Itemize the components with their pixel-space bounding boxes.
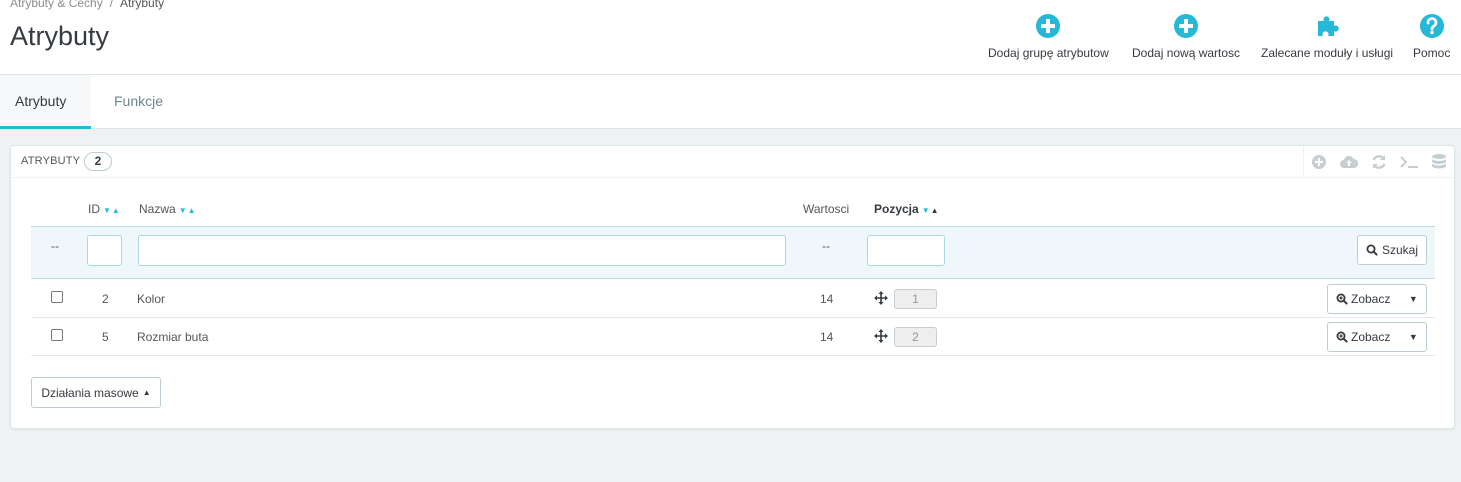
panel-heading: Atrybuty 2 [11,146,1454,178]
cloud-upload-icon[interactable] [1334,146,1364,178]
plus-circle-icon [1036,14,1061,38]
filter-dash: -- [51,239,59,253]
zoom-in-icon [1336,331,1348,343]
column-name-label: Nazwa [139,202,176,216]
database-icon[interactable] [1424,146,1454,178]
caret-up-icon: ▲ [142,388,151,397]
filter-row: -- -- Szukaj [31,226,1435,279]
add-value-button[interactable]: Dodaj nową wartosc [1132,12,1240,60]
caret-down-icon[interactable]: ▼ [1401,332,1426,342]
panel-title: Atrybuty [21,155,81,167]
add-attribute-group-button[interactable]: Dodaj grupę atrybutow [988,12,1109,60]
drag-handle-icon[interactable] [874,291,888,305]
tab-features[interactable]: Funkcje [99,75,178,129]
column-position: Pozycja ▼▲ [874,202,940,216]
tab-attributes[interactable]: Atrybuty [0,75,91,129]
row-position: 1 [894,289,937,309]
view-button[interactable]: Zobacz ▼ [1327,322,1427,352]
row-values: 14 [820,330,834,344]
row-checkbox[interactable] [51,291,63,303]
count-badge: 2 [84,152,112,171]
plus-circle-icon [1174,14,1199,38]
bulk-actions-label: Działania masowe [41,385,139,400]
help-button[interactable]: Pomoc [1413,12,1450,60]
recommended-modules-button[interactable]: Zalecane moduły i usługi [1261,12,1393,60]
page-header: Atrybuty & Cechy / Atrybuty Atrybuty Dodaj… [0,0,1461,75]
recommended-modules-label: Zalecane moduły i usługi [1261,46,1394,60]
puzzle-icon [1318,16,1339,36]
view-button-label: Zobacz [1351,292,1391,306]
sort-arrows-icon[interactable]: ▼▲ [179,206,197,215]
drag-handle-icon[interactable] [874,329,888,343]
add-attribute-group-label: Dodaj grupę atrybutow [988,46,1109,60]
row-name[interactable]: Kolor [137,292,165,306]
attributes-panel: Atrybuty 2 ID ▼▲ Nazwa ▼▲ Wartosci [10,145,1455,429]
search-icon [1366,244,1378,256]
filter-id-input[interactable] [87,235,122,266]
view-button-main[interactable]: Zobacz [1328,330,1401,344]
search-button-label: Szukaj [1381,243,1419,257]
add-icon[interactable] [1304,146,1334,178]
page-title: Atrybuty [10,21,110,51]
row-values: 14 [820,292,834,306]
zoom-in-icon [1336,293,1348,305]
column-position-label: Pozycja [874,202,919,216]
breadcrumb-current: Atrybuty [120,0,165,10]
filter-values-dash: -- [822,239,830,253]
filter-name-input[interactable] [138,235,786,266]
view-button-label: Zobacz [1351,330,1391,344]
breadcrumb-separator: / [109,0,114,10]
row-id: 2 [102,292,109,306]
view-button[interactable]: Zobacz ▼ [1327,284,1427,314]
filter-position-input[interactable] [867,235,945,266]
panel-tools [1303,146,1454,178]
breadcrumb: Atrybuty & Cechy / Atrybuty [10,0,164,10]
row-position: 2 [894,327,937,347]
column-id: ID ▼▲ [88,202,121,216]
refresh-icon[interactable] [1364,146,1394,178]
column-values: Wartosci [803,202,849,216]
sort-arrows-icon[interactable]: ▼▲ [103,206,121,215]
add-value-label: Dodaj nową wartosc [1132,46,1241,60]
question-circle-icon [1419,14,1444,38]
search-button[interactable]: Szukaj [1357,235,1427,265]
table-row: 5 Rozmiar buta 14 2 Zobacz ▼ [31,318,1435,356]
breadcrumb-parent[interactable]: Atrybuty & Cechy [10,0,103,10]
caret-down-icon[interactable]: ▼ [1401,294,1426,304]
bulk-actions-button[interactable]: Działania masowe ▲ [31,377,161,408]
column-values-label: Wartosci [803,202,850,216]
view-button-main[interactable]: Zobacz [1328,292,1401,306]
help-label: Pomoc [1413,46,1451,60]
column-name: Nazwa ▼▲ [139,202,197,216]
row-name[interactable]: Rozmiar buta [137,330,208,344]
tabs-bar: Atrybuty Funkcje [0,75,1461,129]
row-id: 5 [102,330,109,344]
terminal-icon[interactable] [1394,146,1424,178]
table-row: 2 Kolor 14 1 Zobacz ▼ [31,280,1435,318]
column-id-label: ID [88,202,100,216]
sort-arrows-icon[interactable]: ▼▲ [922,206,940,215]
row-checkbox[interactable] [51,329,63,341]
